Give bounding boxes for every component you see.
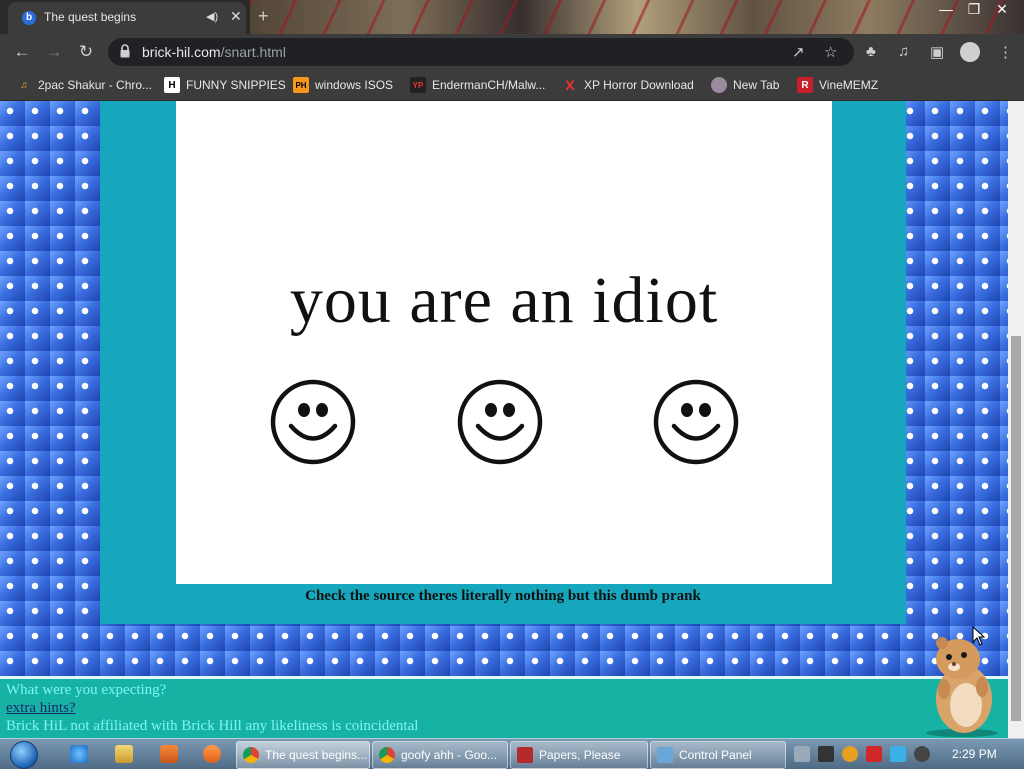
url-host: brick-hil.com (142, 44, 221, 60)
footer-disclaimer-text: Brick HiL not affiliated with Brick Hill… (6, 718, 419, 734)
browser-tab-active[interactable]: b The quest begins ◀) ✕ (8, 2, 246, 34)
url-text: brick-hil.com/snart.html (142, 44, 286, 60)
tray-flag-icon[interactable] (866, 746, 882, 762)
prank-panel: you are an idiot (176, 101, 832, 584)
browser-toolbar: ← → ↻ brick-hil.com/snart.html ↗ ☆ ♣ ♫ ▣… (0, 34, 1024, 70)
windows-taskbar: The quest begins... goofy ahh - Goo... P… (0, 738, 1024, 769)
restore-icon[interactable]: ❐ (960, 0, 988, 20)
media-player-icon[interactable] (160, 745, 178, 763)
smiley-face-icon (270, 379, 356, 465)
taskbar-item-chrome[interactable]: goofy ahh - Goo... (372, 741, 508, 769)
bookmark-item[interactable]: YP EndermanCH/Malw... (410, 76, 545, 94)
page-footer: What were you expecting? extra hints? Br… (0, 676, 1008, 738)
file-explorer-icon[interactable] (115, 745, 133, 763)
globe-icon (711, 77, 727, 93)
taskbar-item-control-panel[interactable]: Control Panel (650, 741, 786, 769)
url-path: /snart.html (220, 44, 286, 60)
bookmark-label: VineMEMZ (819, 78, 879, 92)
r-logo-icon: R (797, 77, 813, 93)
h-logo-icon: H (164, 77, 180, 93)
browser-title-bar: b The quest begins ◀) ✕ + — ❐ ✕ (0, 0, 1024, 34)
share-icon[interactable]: ↗ (792, 43, 805, 61)
chrome-icon (379, 747, 395, 763)
headline: you are an idiot (289, 264, 719, 337)
music-icon: ♫ (20, 79, 28, 91)
back-icon[interactable]: ← (12, 42, 32, 62)
extra-hints-link[interactable]: extra hints? (6, 700, 76, 716)
brick-hil-favicon-icon: b (22, 11, 36, 25)
bookmark-item[interactable]: R VineMEMZ (797, 76, 878, 94)
smiley-face-icon (457, 379, 543, 465)
bookmarks-bar: ♫ 2pac Shakur - Chro... H FUNNY SNIPPIES… (0, 70, 1024, 101)
forward-icon[interactable]: → (44, 42, 64, 62)
papers-please-icon (517, 747, 533, 763)
app-pinned-icon[interactable] (203, 745, 221, 763)
bookmark-label: 2pac Shakur - Chro... (38, 78, 153, 92)
footer-expecting-text: What were you expecting? (6, 682, 167, 698)
dancing-hamster-icon (926, 637, 998, 737)
control-panel-icon (657, 747, 673, 763)
taskbar-item-label: Control Panel (679, 748, 752, 762)
ph-logo-icon: PH (293, 77, 309, 93)
taskbar-item-papers-please[interactable]: Papers, Please (510, 741, 648, 769)
taskbar-item-label: The quest begins... (265, 748, 368, 762)
window-close-icon[interactable]: ✕ (988, 0, 1016, 20)
bookmark-label: FUNNY SNIPPIES (186, 78, 286, 92)
tab-close-icon[interactable]: ✕ (230, 8, 242, 25)
windows-logo-icon (10, 741, 38, 769)
side-panel-icon[interactable]: ▣ (930, 43, 944, 61)
web-page-viewport: you are an idiot Check the source theres… (0, 101, 1008, 738)
internet-explorer-icon[interactable] (70, 745, 88, 763)
x-icon: X (565, 77, 575, 93)
bookmark-label: EndermanCH/Malw... (432, 78, 546, 92)
taskbar-clock[interactable]: 2:29 PM (952, 747, 997, 761)
bookmark-star-icon[interactable]: ☆ (824, 43, 837, 61)
tab-title: The quest begins (44, 10, 137, 24)
bookmark-label: XP Horror Download (584, 78, 694, 92)
tray-search-icon[interactable] (842, 746, 858, 762)
bookmark-label: windows ISOS (315, 78, 394, 92)
lock-icon (120, 44, 130, 58)
chrome-icon (243, 747, 259, 763)
bookmark-item[interactable]: H FUNNY SNIPPIES (164, 76, 286, 94)
bookmark-item[interactable]: New Tab (711, 76, 779, 94)
mouse-cursor-icon (972, 626, 986, 646)
smiley-face-icon (653, 379, 739, 465)
prank-caption: Check the source theres literally nothin… (305, 588, 701, 604)
bookmark-item[interactable]: ♫ 2pac Shakur - Chro... (16, 76, 152, 94)
taskbar-item-label: goofy ahh - Goo... (401, 748, 498, 762)
tray-check-icon[interactable] (818, 746, 834, 762)
menu-kebab-icon[interactable]: ⋮ (998, 43, 1013, 61)
extensions-icon[interactable]: ♣ (866, 43, 876, 60)
tray-app-icon[interactable] (794, 746, 810, 762)
minimize-icon[interactable]: — (932, 0, 960, 20)
address-bar[interactable]: brick-hil.com/snart.html ↗ ☆ (108, 38, 854, 66)
profile-avatar[interactable] (960, 42, 980, 62)
tray-volume-icon[interactable] (914, 746, 930, 762)
scrollbar-thumb[interactable] (1011, 336, 1021, 721)
new-tab-icon[interactable]: + (258, 6, 269, 27)
taskbar-item-chrome-active[interactable]: The quest begins... (236, 741, 370, 769)
media-control-icon[interactable]: ♫ (898, 43, 909, 60)
tab-audio-icon[interactable]: ◀) (206, 10, 218, 23)
bookmark-item[interactable]: PH windows ISOS (293, 76, 393, 94)
reload-icon[interactable]: ↻ (76, 42, 96, 62)
bookmark-item[interactable]: X XP Horror Download (562, 76, 694, 94)
taskbar-item-label: Papers, Please (539, 748, 621, 762)
tray-network-icon[interactable] (890, 746, 906, 762)
start-button[interactable] (4, 739, 44, 769)
browser-theme-art (250, 0, 1024, 34)
yt-logo-icon: YP (410, 77, 426, 93)
bookmark-label: New Tab (733, 78, 780, 92)
page-scrollbar[interactable] (1008, 101, 1024, 738)
